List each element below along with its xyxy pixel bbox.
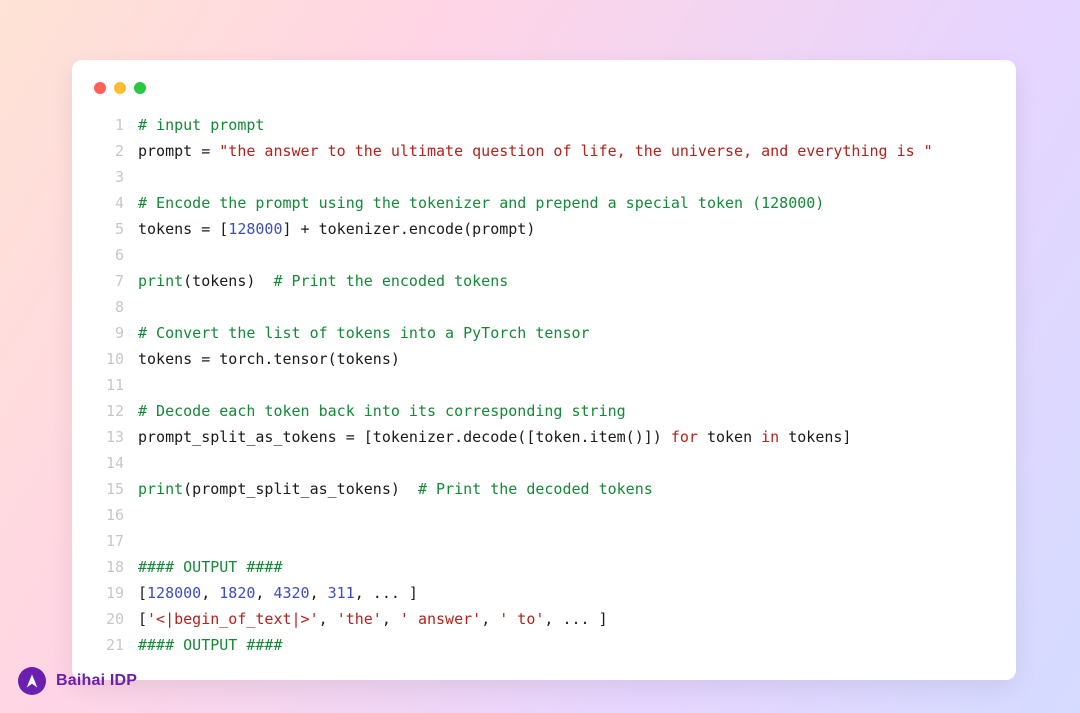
code-line: 18 #### OUTPUT #### <box>94 554 994 580</box>
code-line: 17 <box>94 528 994 554</box>
code-line: 16 <box>94 502 994 528</box>
line-number: 16 <box>94 502 124 528</box>
code-line: 19 [128000, 1820, 4320, 311, ... ] <box>94 580 994 606</box>
traffic-dot-red <box>94 82 106 94</box>
code-line: 14 <box>94 450 994 476</box>
line-number: 12 <box>94 398 124 424</box>
code-line: 1 # input prompt <box>94 112 994 138</box>
code-line: 9 # Convert the list of tokens into a PyT… <box>94 320 994 346</box>
traffic-dot-yellow <box>114 82 126 94</box>
line-content <box>138 528 994 554</box>
line-number: 10 <box>94 346 124 372</box>
line-content: ['<|begin_of_text|>', 'the', ' answer', … <box>138 606 994 632</box>
line-number: 17 <box>94 528 124 554</box>
code-line: 2 prompt = "the answer to the ultimate qu… <box>94 138 994 164</box>
line-number: 6 <box>94 242 124 268</box>
line-content: tokens = [128000] + tokenizer.encode(pro… <box>138 216 994 242</box>
line-content: print(tokens) # Print the encoded tokens <box>138 268 994 294</box>
line-content <box>138 502 994 528</box>
line-number: 5 <box>94 216 124 242</box>
line-number: 7 <box>94 268 124 294</box>
code-card: 1 # input prompt 2 prompt = "the answer to … <box>72 60 1016 680</box>
code-line: 12 # Decode each token back into its corr… <box>94 398 994 424</box>
line-content: #### OUTPUT #### <box>138 632 994 658</box>
line-number: 9 <box>94 320 124 346</box>
code-line: 10 tokens = torch.tensor(tokens) <box>94 346 994 372</box>
code-line: 3 <box>94 164 994 190</box>
line-content: # Convert the list of tokens into a PyTo… <box>138 320 994 346</box>
line-number: 2 <box>94 138 124 164</box>
code-line: 8 <box>94 294 994 320</box>
line-number: 15 <box>94 476 124 502</box>
window-traffic-lights <box>94 82 994 94</box>
line-content: tokens = torch.tensor(tokens) <box>138 346 994 372</box>
line-content: #### OUTPUT #### <box>138 554 994 580</box>
code-line: 4 # Encode the prompt using the tokenizer… <box>94 190 994 216</box>
line-content <box>138 372 994 398</box>
line-number: 11 <box>94 372 124 398</box>
line-content <box>138 242 994 268</box>
line-content: print(prompt_split_as_tokens) # Print th… <box>138 476 994 502</box>
traffic-dot-green <box>134 82 146 94</box>
line-number: 18 <box>94 554 124 580</box>
code-line: 20 ['<|begin_of_text|>', 'the', ' answer'… <box>94 606 994 632</box>
code-line: 13 prompt_split_as_tokens = [tokenizer.de… <box>94 424 994 450</box>
code-line: 5 tokens = [128000] + tokenizer.encode(pr… <box>94 216 994 242</box>
line-content: prompt = "the answer to the ultimate que… <box>138 138 994 164</box>
line-content: # Decode each token back into its corres… <box>138 398 994 424</box>
line-number: 19 <box>94 580 124 606</box>
line-number: 20 <box>94 606 124 632</box>
code-block: 1 # input prompt 2 prompt = "the answer to … <box>94 112 994 658</box>
line-number: 8 <box>94 294 124 320</box>
footer-brand: Baihai IDP <box>18 667 137 695</box>
line-number: 1 <box>94 112 124 138</box>
line-content: # input prompt <box>138 112 994 138</box>
line-number: 3 <box>94 164 124 190</box>
line-content: # Encode the prompt using the tokenizer … <box>138 190 994 216</box>
line-number: 13 <box>94 424 124 450</box>
brand-logo-icon <box>18 667 46 695</box>
line-content <box>138 294 994 320</box>
line-number: 14 <box>94 450 124 476</box>
code-line: 7 print(tokens) # Print the encoded token… <box>94 268 994 294</box>
line-content: prompt_split_as_tokens = [tokenizer.deco… <box>138 424 994 450</box>
code-line: 6 <box>94 242 994 268</box>
line-number: 21 <box>94 632 124 658</box>
brand-name: Baihai IDP <box>56 672 137 690</box>
code-line: 11 <box>94 372 994 398</box>
line-content <box>138 164 994 190</box>
line-content: [128000, 1820, 4320, 311, ... ] <box>138 580 994 606</box>
line-content <box>138 450 994 476</box>
line-number: 4 <box>94 190 124 216</box>
code-line: 15 print(prompt_split_as_tokens) # Print … <box>94 476 994 502</box>
code-line: 21 #### OUTPUT #### <box>94 632 994 658</box>
